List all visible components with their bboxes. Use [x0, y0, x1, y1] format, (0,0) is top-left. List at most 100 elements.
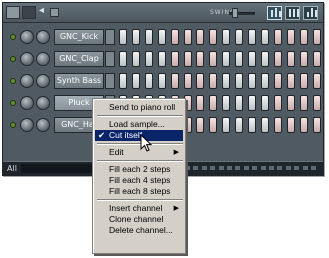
pin-icon[interactable]	[50, 8, 59, 17]
step-button[interactable]	[299, 29, 308, 45]
channel-mute-led[interactable]	[10, 34, 16, 40]
pan-knob[interactable]	[20, 52, 34, 66]
menu-item-insert-channel[interactable]: Insert channel ▶	[95, 203, 183, 214]
step-button[interactable]	[144, 73, 153, 89]
step-button[interactable]	[273, 73, 282, 89]
menu-item-clone-channel[interactable]: Clone channel	[95, 214, 183, 225]
pattern-options-icon[interactable]	[6, 6, 20, 19]
step-button[interactable]	[209, 73, 218, 89]
step-button[interactable]	[312, 73, 321, 89]
volume-knob[interactable]	[36, 96, 50, 110]
step-button[interactable]	[286, 95, 295, 111]
step-button[interactable]	[312, 95, 321, 111]
channel-name-button[interactable]: GNC_Kick	[54, 29, 104, 45]
back-arrow-icon[interactable]: ◂	[39, 5, 44, 17]
step-button[interactable]	[235, 95, 244, 111]
step-button[interactable]	[222, 73, 231, 89]
step-button[interactable]	[299, 117, 308, 133]
step-button[interactable]	[286, 29, 295, 45]
step-button[interactable]	[131, 29, 140, 45]
step-button[interactable]	[119, 51, 127, 67]
menu-item-fill-each-8-steps[interactable]: Fill each 8 steps	[95, 186, 183, 197]
channel-mute-led[interactable]	[10, 56, 16, 62]
view-graph-icon[interactable]	[303, 6, 318, 20]
volume-knob[interactable]	[36, 30, 50, 44]
step-button[interactable]	[235, 117, 244, 133]
channel-select-handle[interactable]	[105, 29, 115, 45]
step-button[interactable]	[222, 51, 231, 67]
step-button[interactable]	[157, 73, 166, 89]
step-button[interactable]	[235, 73, 244, 89]
step-button[interactable]	[299, 73, 308, 89]
step-button[interactable]	[170, 73, 179, 89]
step-button[interactable]	[222, 95, 231, 111]
channel-mute-led[interactable]	[10, 122, 16, 128]
pan-knob[interactable]	[20, 118, 34, 132]
step-button[interactable]	[209, 51, 218, 67]
step-button[interactable]	[144, 51, 153, 67]
channel-mute-led[interactable]	[10, 100, 16, 106]
step-button[interactable]	[312, 29, 321, 45]
step-button[interactable]	[222, 117, 231, 133]
step-button[interactable]	[273, 29, 282, 45]
step-button[interactable]	[157, 51, 166, 67]
step-button[interactable]	[248, 117, 256, 133]
menu-item-load-sample[interactable]: Load sample...	[95, 119, 183, 130]
step-button[interactable]	[286, 73, 295, 89]
title-bar[interactable]: ◂ SWING	[3, 3, 323, 23]
channel-name-button[interactable]: GNC_Clap	[54, 51, 104, 67]
volume-knob[interactable]	[36, 74, 50, 88]
step-button[interactable]	[196, 51, 205, 67]
step-button[interactable]	[183, 29, 192, 45]
menu-item-edit[interactable]: Edit ▶	[95, 147, 183, 158]
step-button[interactable]	[312, 51, 321, 67]
step-button[interactable]	[273, 117, 282, 133]
step-button[interactable]	[196, 117, 205, 133]
step-button[interactable]	[209, 29, 218, 45]
step-button[interactable]	[260, 29, 269, 45]
menu-item-fill-each-4-steps[interactable]: Fill each 4 steps	[95, 175, 183, 186]
step-button[interactable]	[286, 117, 295, 133]
volume-knob[interactable]	[36, 52, 50, 66]
step-button[interactable]	[170, 29, 179, 45]
view-keyboard-icon[interactable]	[285, 6, 300, 20]
step-button[interactable]	[248, 95, 256, 111]
pan-knob[interactable]	[20, 96, 34, 110]
step-button[interactable]	[196, 73, 205, 89]
step-button[interactable]	[260, 51, 269, 67]
channel-mute-led[interactable]	[10, 78, 16, 84]
step-button[interactable]	[119, 73, 127, 89]
step-button[interactable]	[235, 51, 244, 67]
step-button[interactable]	[170, 51, 179, 67]
channel-grid-icon[interactable]	[22, 6, 36, 19]
step-button[interactable]	[183, 51, 192, 67]
step-button[interactable]	[157, 29, 166, 45]
step-button[interactable]	[260, 73, 269, 89]
channel-name-button[interactable]: Synth Bass	[54, 73, 104, 89]
step-button[interactable]	[196, 29, 205, 45]
step-button[interactable]	[144, 29, 153, 45]
step-button[interactable]	[299, 95, 308, 111]
step-button[interactable]	[196, 95, 205, 111]
step-button[interactable]	[119, 29, 127, 45]
step-button[interactable]	[273, 95, 282, 111]
volume-knob[interactable]	[36, 118, 50, 132]
step-button[interactable]	[131, 73, 140, 89]
step-button[interactable]	[260, 95, 269, 111]
step-button[interactable]	[312, 117, 321, 133]
step-button[interactable]	[248, 51, 256, 67]
step-button[interactable]	[209, 95, 218, 111]
step-button[interactable]	[273, 51, 282, 67]
step-button[interactable]	[299, 51, 308, 67]
view-steps-icon[interactable]	[267, 6, 282, 20]
step-button[interactable]	[248, 73, 256, 89]
menu-item-delete-channel[interactable]: Delete channel...	[95, 225, 183, 236]
channel-select-handle[interactable]	[105, 73, 115, 89]
step-button[interactable]	[286, 51, 295, 67]
step-button[interactable]	[209, 117, 218, 133]
channel-select-handle[interactable]	[105, 51, 115, 67]
pan-knob[interactable]	[20, 30, 34, 44]
pan-knob[interactable]	[20, 74, 34, 88]
menu-item-send-to-piano-roll[interactable]: Send to piano roll	[95, 102, 183, 113]
step-button[interactable]	[183, 73, 192, 89]
